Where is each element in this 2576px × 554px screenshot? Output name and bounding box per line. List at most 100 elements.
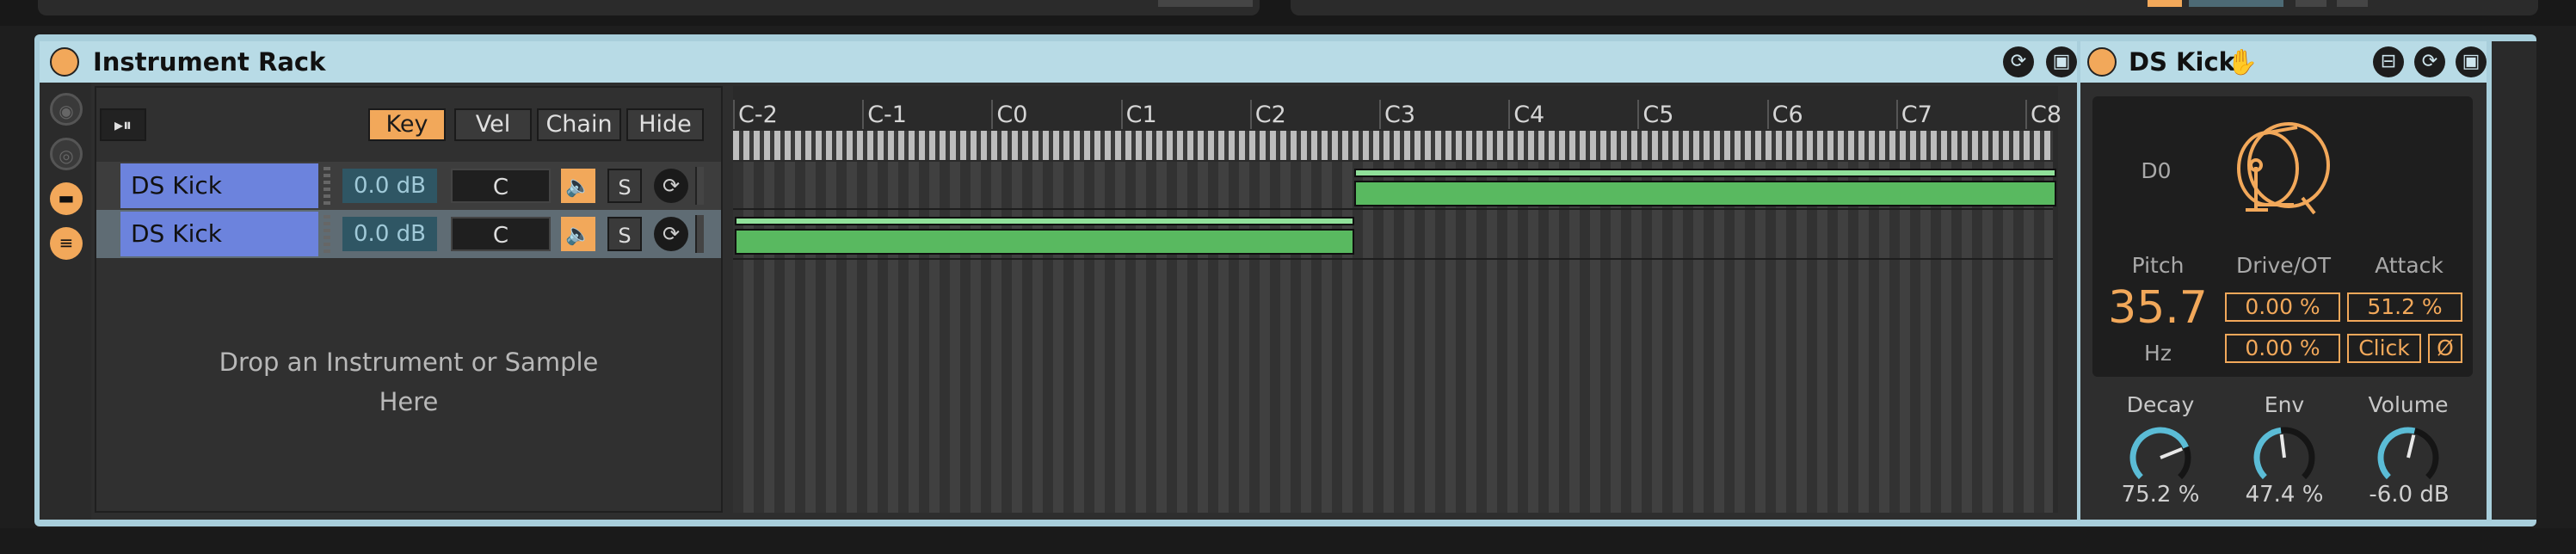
top-mini-control [1158,0,1253,7]
speaker-icon[interactable]: 🔈 [561,217,595,251]
hide-zones-button[interactable]: Hide [626,108,704,141]
octave-tick [1637,100,1640,129]
octave-tick [991,100,994,129]
macro-view-icon[interactable]: ◉ [50,93,83,126]
save-preset-icon[interactable]: ▣ [2046,46,2077,77]
device-title-bar[interactable]: DS Kick ✋ ⊟ ⟳ ▣ [2080,41,2487,83]
key-zone-bar[interactable] [735,229,1354,255]
bottom-strip [0,528,2576,554]
chain-volume[interactable]: 0.0 dB [342,169,437,203]
env-knob[interactable] [2246,420,2323,485]
key-zone-fade-bar[interactable] [1354,169,2056,177]
top-mini-control [2148,0,2182,7]
octave-tick [2025,100,2027,129]
drag-handle[interactable] [324,215,330,253]
rack-title-bar[interactable]: Instrument Rack ⟳ ▣ [40,41,2077,83]
knob-needle [2160,446,2183,459]
volume-value: -6.0 dB [2369,482,2450,508]
device-chain-right-edge [2492,41,2536,520]
speaker-icon[interactable]: 🔈 [561,169,595,203]
rack-power-button[interactable] [50,47,79,77]
octave-tick [1249,100,1252,129]
octave-label: C4 [1513,102,1545,128]
env-label: Env [2264,392,2305,417]
row-resize-handle[interactable] [695,167,704,205]
chain-key[interactable]: C [451,217,551,251]
hot-swap-icon[interactable]: ⟳ [2414,46,2445,77]
hot-swap-icon[interactable]: ⟳ [654,217,688,251]
device-title: DS Kick [2129,47,2235,77]
vel-zone-button[interactable]: Vel [454,108,532,141]
device-power-button[interactable] [2087,47,2117,77]
top-mini-control [2189,0,2283,7]
pitch-value[interactable]: 35.7 [2106,282,2209,334]
drive-label: Drive/OT [2235,253,2332,278]
kick-drum-icon [2237,122,2330,215]
drive-value[interactable]: 0.00 % [2225,292,2340,322]
chain-key[interactable]: C [451,169,551,203]
env-value: 47.4 % [2245,482,2324,508]
drop-hint-line1: Drop an Instrument or Sample [219,348,599,377]
octave-label: C-2 [738,102,778,128]
pitch-unit: Hz [2144,341,2172,366]
octave-tick [1120,100,1123,129]
rack-title: Instrument Rack [93,47,326,77]
knob-needle [2279,434,2286,459]
key-zone-fade-bar[interactable] [735,217,1354,225]
chain-row[interactable]: DS Kick 0.0 dB C 🔈 S ⟳ [120,163,723,208]
octave-label: C7 [1901,102,1932,128]
hot-swap-icon[interactable]: ⟳ [2003,46,2034,77]
chain-name[interactable]: DS Kick [120,212,318,256]
row-resize-handle[interactable] [695,215,704,253]
save-preset-icon[interactable]: ▣ [2456,46,2487,77]
snapshot-icon[interactable]: ◎ [50,138,83,170]
octave-tick [1766,100,1769,129]
click-toggle[interactable]: Click [2347,334,2421,363]
lane-divider [733,208,2053,210]
decay-label: Decay [2126,392,2195,417]
hot-swap-icon[interactable]: ⟳ [654,169,688,203]
note-label: D0 [2141,158,2172,183]
octave-label: C3 [1384,102,1416,128]
octave-label: C5 [1642,102,1674,128]
chain-volume[interactable]: 0.0 dB [342,217,437,251]
octave-label: C1 [1125,102,1157,128]
keyboard-ruler[interactable] [733,131,2053,160]
drop-hint[interactable]: Drop an Instrument or Sample Here [129,342,688,422]
knob-needle [2407,434,2416,459]
attack-value[interactable]: 51.2 % [2347,292,2462,322]
chain-row[interactable]: DS Kick 0.0 dB C 🔈 S ⟳ [120,212,723,256]
key-zone-button[interactable]: Key [368,108,446,141]
overtone-value[interactable]: 0.00 % [2225,334,2340,363]
top-mini-control [2337,0,2368,7]
chain-list-panel [95,86,723,513]
knob-fill [2253,427,2282,480]
pitch-label: Pitch [2131,253,2185,278]
fold-icon[interactable]: ⊟ [2373,46,2404,77]
chain-select-button[interactable]: Chain [537,108,621,141]
chain-list-icon[interactable]: ▬ [50,182,83,215]
hand-icon: ✋ [2227,47,2259,77]
drop-hint-line2: Here [379,387,439,416]
decay-value: 75.2 % [2121,482,2200,508]
decay-knob[interactable] [2122,420,2199,485]
octave-tick [1379,100,1381,129]
octave-label: C0 [996,102,1028,128]
octave-label: C6 [1772,102,1803,128]
drag-handle[interactable] [324,167,330,205]
top-panel-left [38,0,1260,15]
device-list-icon[interactable]: ≡ [50,227,83,260]
solo-button[interactable]: S [607,217,642,251]
key-zone-bar[interactable] [1354,181,2056,206]
solo-button[interactable]: S [607,169,642,203]
octave-tick [1508,100,1511,129]
phase-toggle[interactable]: Ø [2428,334,2462,363]
zone-lanes [733,162,2053,513]
chain-name[interactable]: DS Kick [120,163,318,208]
lane-divider [733,258,2053,260]
octave-label: C-1 [867,102,907,128]
octave-tick [1895,100,1898,129]
volume-knob[interactable] [2370,420,2447,485]
knob-fill [2129,427,2189,480]
auto-select-button[interactable]: ▸⏸ [100,108,146,141]
